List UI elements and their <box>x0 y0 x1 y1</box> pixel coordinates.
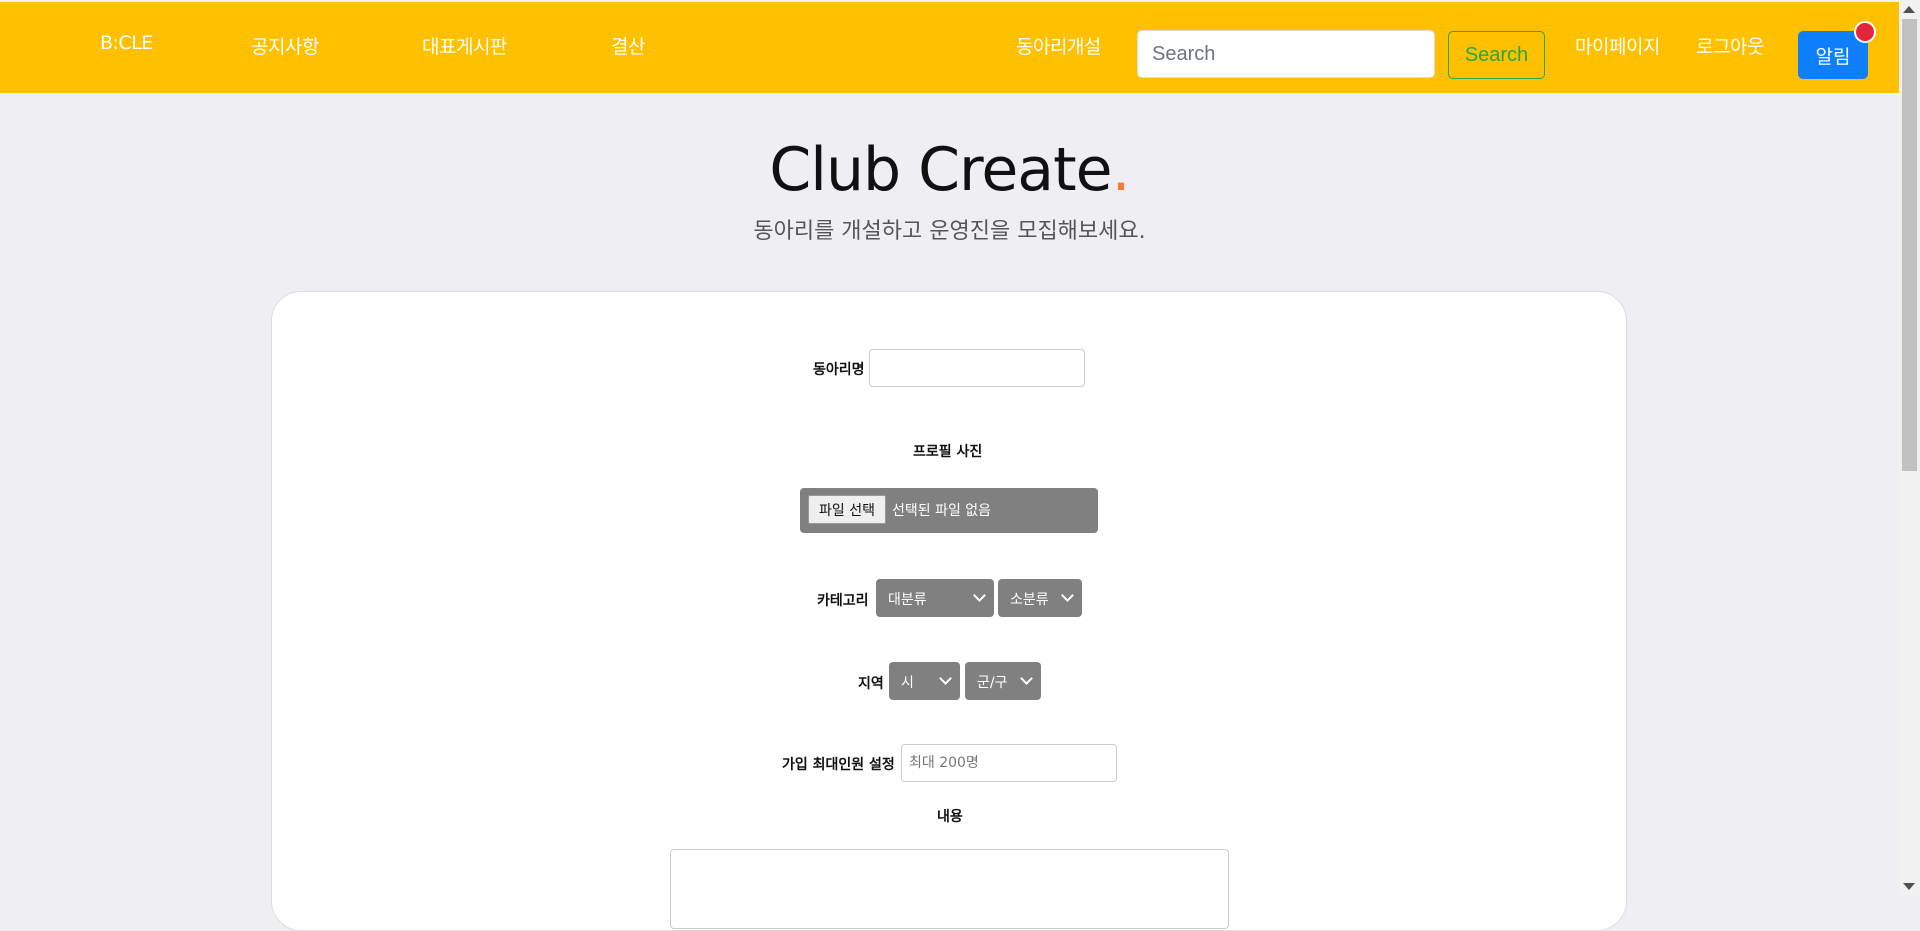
region-city-select[interactable]: 시 <box>889 662 960 700</box>
page-title-text: Club Create <box>769 135 1112 205</box>
page-title: Club Create. <box>0 135 1899 205</box>
chevron-down-icon <box>1020 672 1033 685</box>
category-minor-value: 소분류 <box>1010 592 1049 608</box>
content-textarea[interactable] <box>670 849 1229 929</box>
nav-link-mypage[interactable]: 마이페이지 <box>1575 32 1660 59</box>
nav-link-logout[interactable]: 로그아웃 <box>1696 32 1764 59</box>
brand-logo[interactable]: B:CLE <box>100 32 153 54</box>
chevron-down-icon <box>973 589 986 602</box>
notification-badge <box>1854 21 1876 43</box>
page-subtitle: 동아리를 개설하고 운영진을 모집해보세요. <box>753 219 1146 244</box>
region-city-value: 시 <box>901 675 914 691</box>
search-button[interactable]: Search <box>1448 31 1545 79</box>
max-members-input[interactable] <box>901 744 1117 782</box>
region-label: 지역 <box>858 676 884 692</box>
top-navbar: B:CLE 공지사항 대표게시판 결산 동아리개설 Search 마이페이지 로… <box>0 2 1899 93</box>
search-input[interactable] <box>1137 30 1435 78</box>
nav-link-settlement[interactable]: 결산 <box>611 32 645 59</box>
category-label: 카테고리 <box>817 593 869 609</box>
region-district-select[interactable]: 군/구 <box>965 662 1041 700</box>
content-label: 내용 <box>937 809 963 825</box>
title-dot: . <box>1111 135 1131 205</box>
scroll-down-icon[interactable] <box>1903 883 1915 890</box>
nav-link-create-club[interactable]: 동아리개설 <box>1016 32 1101 59</box>
file-upload[interactable]: 파일 선택 선택된 파일 없음 <box>800 488 1098 533</box>
scrollbar-thumb[interactable] <box>1902 19 1917 471</box>
category-major-select[interactable]: 대분류 <box>876 579 994 617</box>
chevron-down-icon <box>1061 589 1074 602</box>
max-members-label: 가입 최대인원 설정 <box>782 757 895 773</box>
category-major-value: 대분류 <box>888 592 927 608</box>
choose-file-button[interactable]: 파일 선택 <box>808 495 886 524</box>
region-district-value: 군/구 <box>977 675 1008 691</box>
vertical-scrollbar[interactable] <box>1899 0 1920 895</box>
chevron-down-icon <box>939 672 952 685</box>
nav-link-notice[interactable]: 공지사항 <box>251 32 319 59</box>
nav-link-board[interactable]: 대표게시판 <box>422 32 507 59</box>
club-name-label: 동아리명 <box>813 362 865 378</box>
club-name-input[interactable] <box>869 349 1085 387</box>
scroll-up-icon[interactable] <box>1903 6 1915 13</box>
category-minor-select[interactable]: 소분류 <box>998 579 1082 617</box>
file-status-text: 선택된 파일 없음 <box>892 503 992 519</box>
profile-photo-label: 프로필 사진 <box>913 444 983 460</box>
